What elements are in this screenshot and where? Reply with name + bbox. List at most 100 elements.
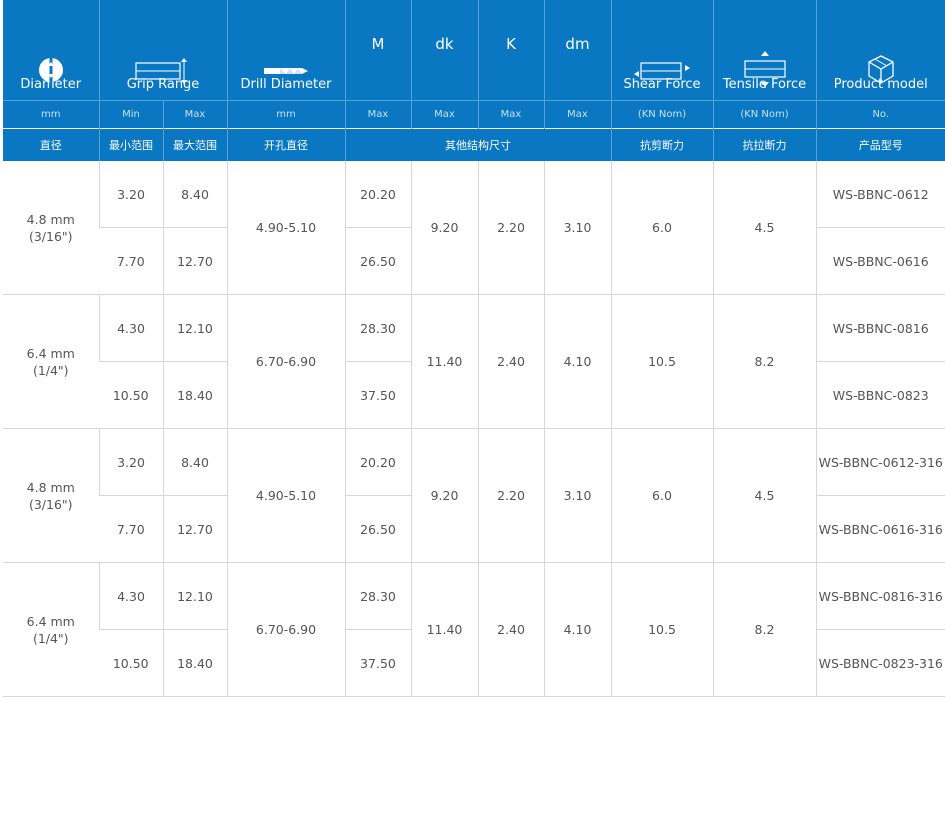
m-cell: 26.50 (344, 227, 411, 295)
drill-cell: 4.90-5.10 (226, 161, 345, 295)
dm-header: dm (543, 0, 611, 101)
grip-min-cell: 3.20 (98, 161, 163, 228)
k-unit: Max (477, 100, 544, 129)
dk-cell: 11.40 (410, 294, 478, 429)
grip-max-cell: 18.40 (162, 629, 227, 697)
tensile-cn: 抗拉断力 (712, 128, 816, 161)
diameter-unit: mm (3, 100, 99, 129)
grip-max-cell: 12.10 (162, 294, 227, 362)
tensile-unit: (KN Nom) (712, 100, 816, 129)
header-row-chinese: 直径 最小范围 最大范围 开孔直径 其他结构尺寸 抗剪断力 抗拉断力 产品型号 (3, 128, 945, 161)
diameter-value: 6.4 mm (26, 613, 75, 629)
other-dimensions-cn: 其他结构尺寸 (344, 128, 611, 161)
shear-header: Shear Force (610, 0, 713, 101)
grip-min-cell: 10.50 (99, 361, 163, 429)
diameter-fraction: (1/4") (32, 362, 69, 378)
tensile-header: Tensile Force (712, 0, 816, 101)
dk-cell: 9.20 (410, 161, 478, 295)
header-row-labels: Diameter Grip Range Drill Diameter M dk … (3, 0, 945, 101)
model-cell: WS-BBNC-0823-316 (815, 629, 945, 697)
tensile-cell: 4.5 (712, 161, 816, 295)
grip-max-cell: 12.70 (162, 495, 227, 563)
dk-cell: 11.40 (410, 562, 478, 697)
diameter-fraction: (3/16") (28, 496, 73, 512)
grip-min-cn: 最小范围 (98, 128, 163, 161)
model-cn: 产品型号 (815, 128, 945, 161)
tensile-cell: 8.2 (712, 294, 816, 429)
grip-header: Grip Range (98, 0, 227, 101)
diameter-fraction: (3/16") (28, 228, 73, 244)
model-cell: WS-BBNC-0816-316 (815, 562, 945, 630)
cube-icon (817, 54, 945, 84)
grip-max-cell: 12.70 (162, 227, 227, 295)
spec-table: Diameter Grip Range Drill Diameter M dk … (3, 0, 945, 697)
dm-cell: 4.10 (543, 294, 611, 429)
m-label: M (371, 35, 385, 53)
grip-min-unit: Min (98, 100, 163, 129)
drill-cell: 4.90-5.10 (226, 428, 345, 563)
grip-min-cell: 7.70 (99, 495, 163, 563)
drill-cell: 6.70-6.90 (226, 562, 345, 697)
drill-unit: mm (226, 100, 345, 129)
shear-force-icon (612, 56, 713, 86)
shear-cn: 抗剪断力 (610, 128, 713, 161)
diameter-value: 4.8 mm (26, 479, 75, 495)
shear-unit: (KN Nom) (610, 100, 713, 129)
m-cell: 20.20 (344, 161, 411, 228)
tensile-cell: 4.5 (712, 428, 816, 563)
dk-cell: 9.20 (410, 428, 478, 563)
dk-header: dk (410, 0, 478, 101)
grip-range-icon (100, 56, 227, 86)
diameter-fraction: (1/4") (32, 630, 69, 646)
dk-unit: Max (410, 100, 478, 129)
diameter-header: Diameter (3, 0, 99, 101)
m-cell: 20.20 (344, 428, 411, 496)
drill-bit-icon (228, 56, 345, 86)
grip-max-cell: 8.40 (162, 428, 227, 496)
model-header: Product model (815, 0, 945, 101)
grip-min-cell: 3.20 (98, 428, 163, 496)
model-cell: WS-BBNC-0616-316 (815, 495, 945, 563)
grip-max-cell: 18.40 (162, 361, 227, 429)
table-row: 4.8 mm (3/16") 3.20 8.40 4.90-5.10 20.20 … (3, 161, 945, 295)
header-row-units: mm Min Max mm Max Max Max Max (KN Nom) (… (3, 100, 945, 129)
dm-cell: 3.10 (543, 428, 611, 563)
k-cell: 2.20 (477, 161, 544, 295)
dm-cell: 3.10 (543, 161, 611, 295)
grip-max-cell: 12.10 (162, 562, 227, 630)
diameter-cn: 直径 (3, 128, 99, 161)
diameter-cell: 4.8 mm (3/16") (3, 161, 99, 295)
diameter-cell: 4.8 mm (3/16") (3, 428, 99, 563)
m-header: M (344, 0, 411, 101)
m-cell: 26.50 (344, 495, 411, 563)
grip-min-cell: 7.70 (99, 227, 163, 295)
shear-cell: 6.0 (610, 161, 713, 295)
dm-cell: 4.10 (543, 562, 611, 697)
grip-min-cell: 10.50 (99, 629, 163, 697)
k-cell: 2.20 (477, 428, 544, 563)
m-cell: 37.50 (344, 361, 411, 429)
dm-unit: Max (543, 100, 611, 129)
model-cell: WS-BBNC-0823 (815, 361, 945, 429)
m-unit: Max (344, 100, 411, 129)
tensile-force-icon (714, 50, 816, 87)
shear-cell: 10.5 (610, 294, 713, 429)
drill-cell: 6.70-6.90 (226, 294, 345, 429)
shear-cell: 6.0 (610, 428, 713, 563)
model-cell: WS-BBNC-0616 (815, 227, 945, 295)
model-cell: WS-BBNC-0612 (815, 161, 945, 228)
model-cell: WS-BBNC-0612-316 (815, 428, 945, 496)
grip-min-cell: 4.30 (98, 562, 163, 630)
grip-max-cell: 8.40 (162, 161, 227, 228)
diameter-cell: 6.4 mm (1/4") (3, 294, 99, 429)
m-cell: 28.30 (344, 294, 411, 362)
grip-min-cell: 4.30 (98, 294, 163, 362)
table-row: 6.4 mm (1/4") 4.30 12.10 6.70-6.90 28.30 … (3, 562, 945, 697)
k-header: K (477, 0, 544, 101)
tensile-cell: 8.2 (712, 562, 816, 697)
k-cell: 2.40 (477, 294, 544, 429)
grip-max-cn: 最大范围 (162, 128, 227, 161)
table-row: 6.4 mm (1/4") 4.30 12.10 6.70-6.90 28.30 … (3, 294, 945, 429)
dk-label: dk (435, 35, 454, 53)
drill-header: Drill Diameter (226, 0, 345, 101)
